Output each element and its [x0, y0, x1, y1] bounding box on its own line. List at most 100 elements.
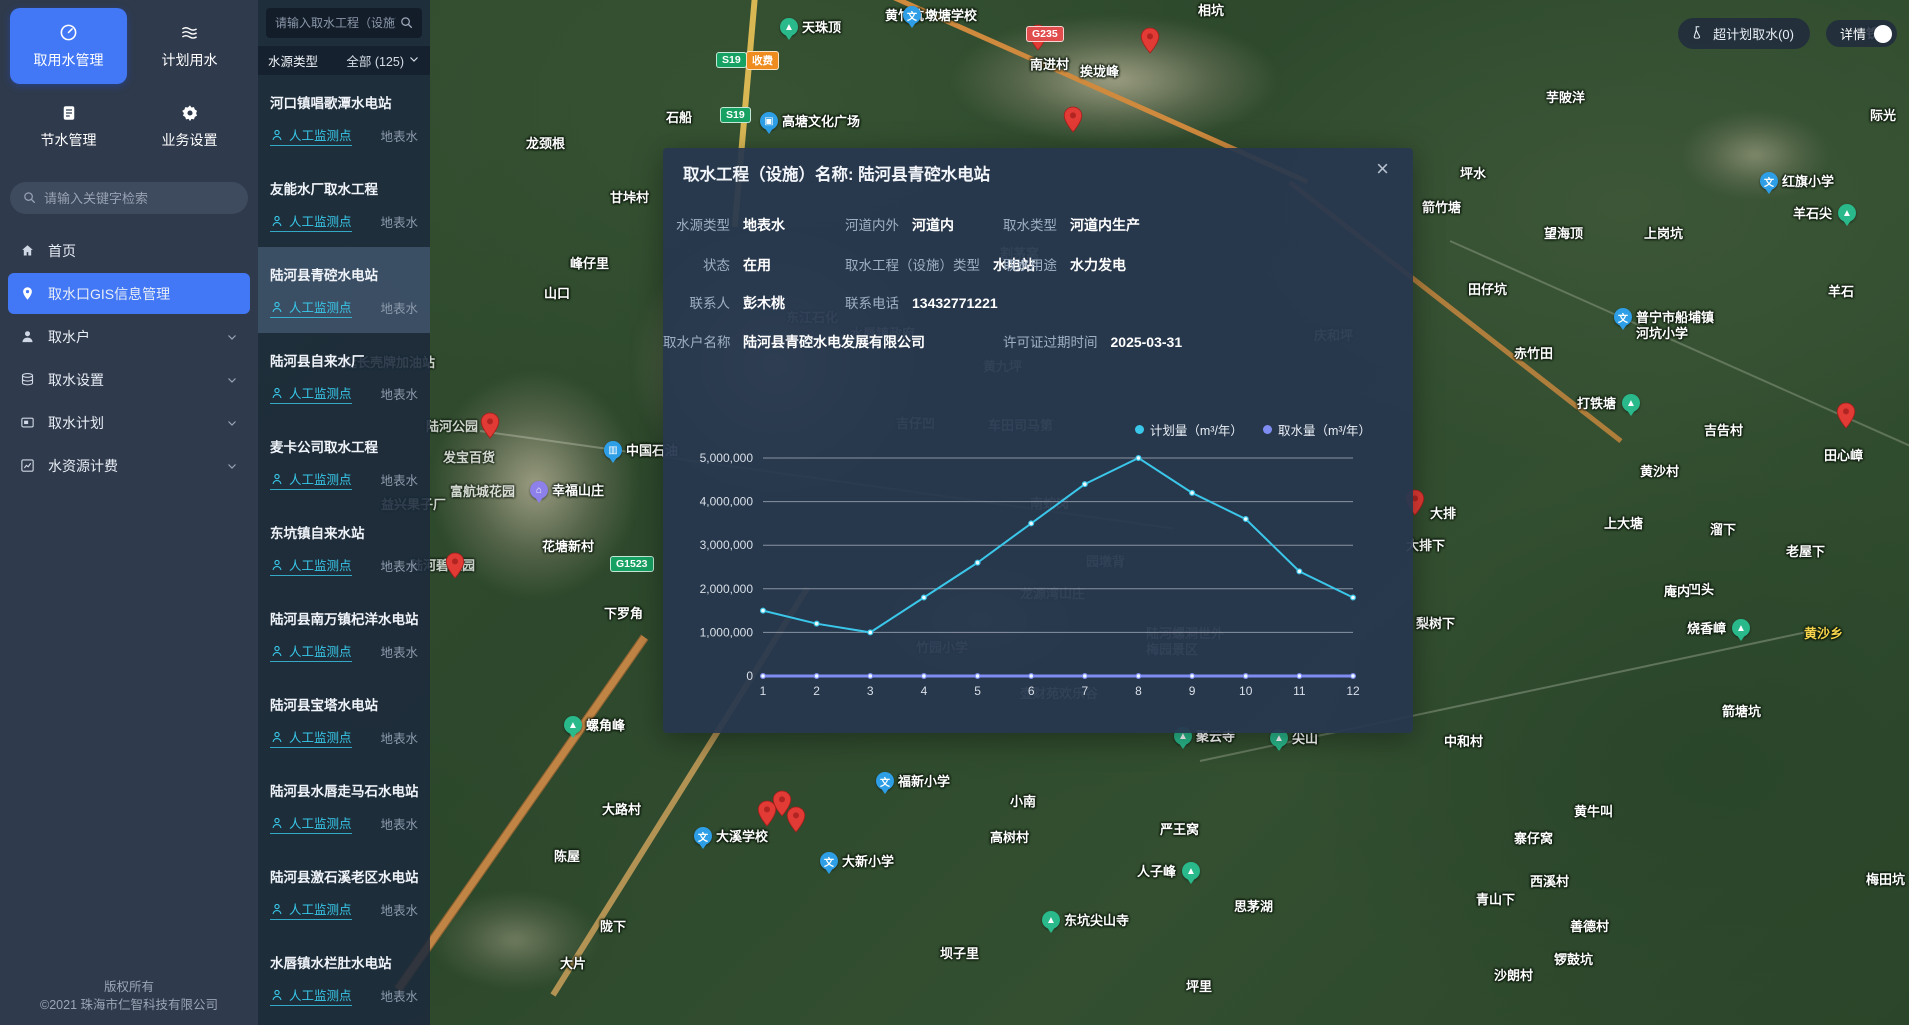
- scenic-pin-icon[interactable]: ▲: [1042, 911, 1060, 929]
- menu-item-label: 首页: [48, 241, 76, 261]
- monitor-type-link[interactable]: 人工监测点: [270, 641, 352, 662]
- modal-field: 联系电话13432771221: [845, 292, 998, 312]
- person-icon: [270, 988, 284, 1002]
- map-label: 发宝百货: [443, 450, 495, 466]
- monitor-type-link[interactable]: 人工监测点: [270, 985, 352, 1006]
- module-button-waves[interactable]: 计划用水: [131, 8, 248, 84]
- station-list-item[interactable]: 陆河县自来水厂人工监测点地表水: [258, 333, 430, 419]
- station-list-item[interactable]: 陆河县青硿水电站人工监测点地表水: [258, 247, 430, 333]
- menu-item-card[interactable]: 取水计划: [8, 402, 250, 443]
- road-badge: S19: [720, 107, 751, 123]
- menu-item-home[interactable]: 首页: [8, 230, 250, 271]
- scenic-pin-icon[interactable]: ▲: [1622, 394, 1640, 412]
- monitor-type-link[interactable]: 人工监测点: [270, 297, 352, 318]
- scenic-pin-icon[interactable]: ▲: [1732, 619, 1750, 637]
- map-label: 陇下: [600, 919, 626, 935]
- station-list-item[interactable]: 陆河县南万镇杞洋水电站人工监测点地表水: [258, 591, 430, 677]
- scenic-pin-icon[interactable]: ▲: [1838, 204, 1856, 222]
- hotel-pin-icon[interactable]: ⌂: [530, 481, 548, 499]
- map-label: 富航城花园: [450, 484, 515, 500]
- person-icon: [270, 816, 284, 830]
- pin-glyph: 文: [1764, 174, 1774, 189]
- scenic-pin-icon[interactable]: ▲: [564, 716, 582, 734]
- school-pin-icon[interactable]: 文: [694, 827, 712, 845]
- station-name: 友能水厂取水工程: [270, 178, 418, 198]
- legend-item[interactable]: 计划量（m³/年）: [1135, 420, 1243, 439]
- school-pin-icon[interactable]: 文: [876, 772, 894, 790]
- red-map-marker-icon[interactable]: [1140, 27, 1160, 59]
- map-label: 西溪村: [1530, 874, 1569, 890]
- map-label: 锣鼓坑: [1554, 952, 1593, 968]
- map-label: 箭竹塘: [1422, 200, 1461, 216]
- map-poi-label: 大新小学: [842, 854, 894, 870]
- station-list-item[interactable]: 东坑镇自来水站人工监测点地表水: [258, 505, 430, 591]
- person-icon: [270, 300, 284, 314]
- station-list-item[interactable]: 陆河县宝塔水电站人工监测点地表水: [258, 677, 430, 763]
- close-icon[interactable]: ×: [1376, 158, 1389, 180]
- module-button-doc[interactable]: 节水管理: [10, 88, 127, 164]
- scenic-pin-icon[interactable]: ▲: [780, 18, 798, 36]
- menu-item-label: 水资源计费: [48, 456, 118, 476]
- red-map-marker-icon[interactable]: [1836, 402, 1856, 434]
- pin-glyph: ▲: [568, 720, 578, 731]
- culture-pin-icon[interactable]: ▣: [760, 112, 778, 130]
- map-poi-label: 红旗小学: [1782, 174, 1834, 190]
- monitor-type-link[interactable]: 人工监测点: [270, 555, 352, 576]
- source-type-dropdown[interactable]: 全部 (125): [346, 51, 420, 70]
- modal-field-row: 状态在用取水工程（设施）类型水电站取水用途水力发电: [663, 254, 1413, 276]
- svg-text:3: 3: [867, 684, 874, 698]
- module-button-gauge[interactable]: 取用水管理: [10, 8, 127, 84]
- modal-chart: 5,000,0004,000,0003,000,0002,000,0001,00…: [693, 444, 1383, 714]
- road-badge: G1523: [610, 556, 654, 572]
- station-name: 陆河县激石溪老区水电站: [270, 866, 418, 886]
- menu-item-user[interactable]: 取水户: [8, 316, 250, 357]
- station-list-item[interactable]: 麦卡公司取水工程人工监测点地表水: [258, 419, 430, 505]
- road-badge: 收费: [746, 51, 779, 70]
- modal-field: 联系人彭木桃: [663, 292, 785, 313]
- map-label: 挨垅峰: [1080, 64, 1119, 80]
- pin-glyph: ▲: [1626, 398, 1636, 409]
- monitor-type-link[interactable]: 人工监测点: [270, 125, 352, 146]
- pin-glyph: ▲: [1046, 915, 1056, 926]
- map-label: 寨仔窝: [1514, 831, 1553, 847]
- red-map-marker-icon[interactable]: [445, 552, 465, 584]
- school-pin-icon[interactable]: 文: [820, 852, 838, 870]
- red-map-marker-icon[interactable]: [786, 806, 806, 838]
- module-button-gear[interactable]: 业务设置: [131, 88, 248, 164]
- menu-item-chart[interactable]: 水资源计费: [8, 445, 250, 486]
- map-label: 凹头: [1688, 582, 1714, 598]
- monitor-type-link[interactable]: 人工监测点: [270, 383, 352, 404]
- school-pin-icon[interactable]: 文: [1760, 172, 1778, 190]
- gas-pin-icon[interactable]: ▥: [604, 441, 622, 459]
- red-map-marker-icon[interactable]: [480, 412, 500, 444]
- station-list-item[interactable]: 陆河县水唇走马石水电站人工监测点地表水: [258, 763, 430, 849]
- station-list-item[interactable]: 水唇镇水栏肚水电站人工监测点地表水: [258, 935, 430, 1021]
- station-list-item[interactable]: 河口镇唱歌潭水电站人工监测点地表水: [258, 75, 430, 161]
- map-label: 南进村: [1030, 57, 1069, 73]
- menu-item-db[interactable]: 取水设置: [8, 359, 250, 400]
- monitor-type-link[interactable]: 人工监测点: [270, 813, 352, 834]
- school-pin-icon[interactable]: 文: [1614, 308, 1632, 326]
- person-icon: [270, 386, 284, 400]
- monitor-type-link[interactable]: 人工监测点: [270, 211, 352, 232]
- detail-toggle[interactable]: 详情: [1826, 20, 1897, 47]
- monitor-type-link[interactable]: 人工监测点: [270, 899, 352, 920]
- monitor-type-link[interactable]: 人工监测点: [270, 469, 352, 490]
- school-pin-icon[interactable]: 文: [903, 6, 921, 24]
- pin-glyph: ▲: [1842, 208, 1852, 219]
- map-label: 望海顶: [1544, 226, 1583, 242]
- legend-item[interactable]: 取水量（m³/年）: [1263, 420, 1371, 439]
- monitor-type-link[interactable]: 人工监测点: [270, 727, 352, 748]
- map-label: 大排: [1430, 506, 1456, 522]
- search-icon[interactable]: [399, 15, 414, 35]
- field-label: 水源类型: [663, 214, 730, 234]
- red-map-marker-icon[interactable]: [1063, 106, 1083, 138]
- station-name: 陆河县水唇走马石水电站: [270, 780, 418, 800]
- menu-item-pin[interactable]: 取水口GIS信息管理: [8, 273, 250, 314]
- over-plan-alert-button[interactable]: 超计划取水(0): [1678, 18, 1810, 49]
- station-list-item[interactable]: 友能水厂取水工程人工监测点地表水: [258, 161, 430, 247]
- svg-text:4,000,000: 4,000,000: [700, 495, 754, 509]
- keyword-search-input[interactable]: [10, 182, 248, 214]
- station-list-item[interactable]: 陆河县激石溪老区水电站人工监测点地表水: [258, 849, 430, 935]
- scenic-pin-icon[interactable]: ▲: [1182, 862, 1200, 880]
